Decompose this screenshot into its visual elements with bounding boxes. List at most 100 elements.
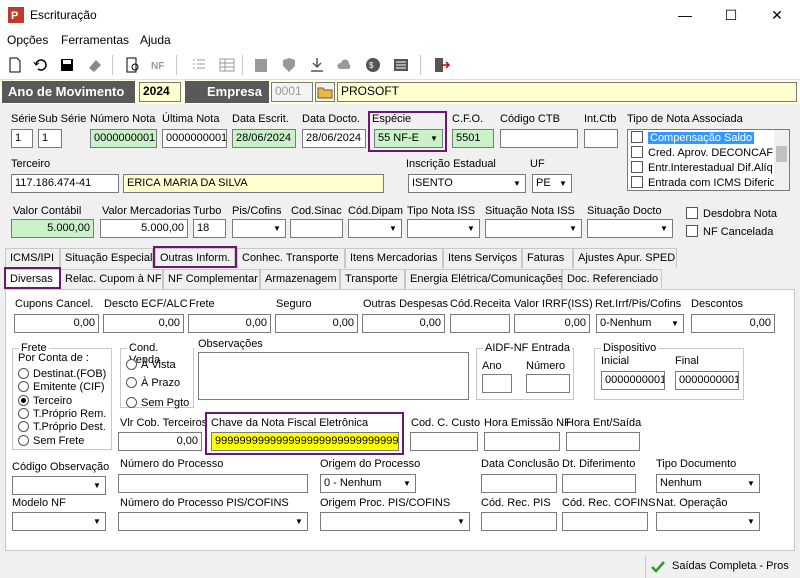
obs-textarea[interactable]: [198, 352, 469, 400]
coin-icon[interactable]: $: [364, 56, 382, 74]
frete-cif-radio[interactable]: Emitente (CIF): [18, 381, 105, 393]
numprocpis-select[interactable]: ▼: [118, 512, 308, 531]
tab-doc-referenciado[interactable]: Doc. Referenciado: [562, 269, 662, 289]
codrec-input[interactable]: [450, 314, 510, 333]
list-icon[interactable]: [190, 56, 208, 74]
dataescrit-input[interactable]: 28/06/2024: [232, 129, 296, 148]
exit-icon[interactable]: [432, 56, 450, 74]
empresa-name-input[interactable]: PROSOFT: [337, 82, 797, 102]
aprazo-radio[interactable]: À Prazo: [126, 377, 180, 389]
nf-icon[interactable]: NF: [150, 56, 168, 74]
outras-input[interactable]: 0,00: [362, 314, 445, 333]
cloud-icon[interactable]: [336, 56, 354, 74]
desdobra-checkbox[interactable]: Desdobra Nota: [686, 207, 777, 220]
serie-input[interactable]: 1: [11, 129, 33, 148]
tab-itens-servicos[interactable]: Itens Serviços: [443, 248, 522, 268]
sempgto-radio[interactable]: Sem Pgto: [126, 397, 189, 409]
download-icon[interactable]: [308, 56, 326, 74]
menu-ferramentas[interactable]: Ferramentas: [61, 33, 129, 47]
tab-itens-mercadorias[interactable]: Itens Mercadorias: [345, 248, 443, 268]
frete-proprio-rem-radio[interactable]: T.Próprio Rem.: [18, 408, 106, 420]
final-input[interactable]: 0000000001: [675, 371, 739, 390]
subserie-input[interactable]: 1: [38, 129, 62, 148]
cupons-input[interactable]: 0,00: [14, 314, 99, 333]
minimize-button[interactable]: —: [662, 0, 708, 30]
numnota-input[interactable]: 0000000001: [90, 129, 157, 148]
cfo-input[interactable]: 5501: [452, 129, 494, 148]
origprocpis-select[interactable]: ▼: [320, 512, 470, 531]
vmerc-input[interactable]: 5.000,00: [100, 219, 188, 238]
close-button[interactable]: ✕: [754, 0, 800, 30]
irrf-input[interactable]: 0,00: [514, 314, 590, 333]
tab-ajustes-sped[interactable]: Ajustes Apur. SPED: [573, 248, 677, 268]
natop-select[interactable]: ▼: [656, 512, 760, 531]
tab-armazenagem[interactable]: Armazenagem: [260, 269, 340, 289]
numproc-input[interactable]: [118, 474, 308, 493]
frete-proprio-dest-radio[interactable]: T.Próprio Dest.: [18, 421, 106, 433]
retirrf-select[interactable]: 0-Nenhum ▼: [596, 314, 684, 333]
tipo-nota-item[interactable]: Entr.Interestadual Dif.Alíq: [631, 161, 773, 174]
tipo-nota-item[interactable]: Cred. Aprov. DECONCAFE: [631, 146, 780, 159]
tab-relac-cupom[interactable]: Relac. Cupom à NF: [60, 269, 163, 289]
nfcancel-checkbox[interactable]: NF Cancelada: [686, 225, 773, 238]
terceiro-name-input[interactable]: ERICA MARIA DA SILVA: [123, 174, 384, 193]
tipo-nota-item[interactable]: Entrada com ICMS Diferido: [631, 176, 782, 189]
codreccofins-input[interactable]: [562, 512, 648, 531]
intctb-input[interactable]: [584, 129, 618, 148]
tab-nf-complementar[interactable]: NF Complementar: [163, 269, 260, 289]
tab-conhec-transporte[interactable]: Conhec. Transporte: [237, 248, 345, 268]
aidf-ano-input[interactable]: [482, 374, 512, 393]
sitnotaiss-select[interactable]: ▼: [485, 219, 582, 238]
undo-icon[interactable]: [32, 56, 50, 74]
frete-input[interactable]: 0,00: [188, 314, 271, 333]
dataconc-input[interactable]: [481, 474, 557, 493]
inicial-input[interactable]: 0000000001: [601, 371, 665, 390]
year-input[interactable]: 2024: [139, 82, 181, 102]
dtdif-input[interactable]: [562, 474, 636, 493]
server-icon[interactable]: [392, 56, 410, 74]
vlrcob-input[interactable]: 0,00: [118, 432, 202, 451]
horaent-input[interactable]: [566, 432, 640, 451]
preview-icon[interactable]: [124, 56, 142, 74]
coddipam-select[interactable]: ▼: [348, 219, 402, 238]
open-folder-button[interactable]: [315, 82, 335, 102]
frete-fob-radio[interactable]: Destinat.(FOB): [18, 368, 106, 380]
codrecpis-input[interactable]: [481, 512, 557, 531]
maximize-button[interactable]: ☐: [708, 0, 754, 30]
terceiro-doc-input[interactable]: 117.186.474-41: [11, 174, 119, 193]
tipodoc-select[interactable]: Nenhum ▼: [656, 474, 760, 493]
new-document-icon[interactable]: [6, 56, 24, 74]
sitdocto-select[interactable]: ▼: [587, 219, 673, 238]
tab-faturas[interactable]: Faturas: [522, 248, 573, 268]
building-icon[interactable]: [252, 56, 270, 74]
tab-icms-ipi[interactable]: ICMS/IPI: [5, 248, 60, 268]
vcontabil-input[interactable]: 5.000,00: [11, 219, 94, 238]
frete-terceiro-radio[interactable]: Terceiro: [18, 395, 72, 407]
codobs-select[interactable]: ▼: [12, 476, 106, 495]
tab-energia[interactable]: Energia Elétrica/Comunicações: [405, 269, 563, 289]
menu-opcoes[interactable]: Opções: [7, 33, 48, 47]
seguro-input[interactable]: 0,00: [275, 314, 358, 333]
tab-situacao-especial[interactable]: Situação Especial: [60, 248, 153, 268]
origproc-select[interactable]: 0 - Nenhum ▼: [320, 474, 416, 493]
piscofins-select[interactable]: ▼: [232, 219, 286, 238]
horaemis-input[interactable]: [484, 432, 560, 451]
modelonf-select[interactable]: ▼: [12, 512, 106, 531]
turbo-input[interactable]: 18: [193, 219, 226, 238]
tipo-nota-list[interactable]: Compensação Saldo Cred. Aprov. DECONCAFE…: [627, 129, 790, 191]
codsinac-input[interactable]: [290, 219, 343, 238]
datadocto-input[interactable]: 28/06/2024: [302, 129, 366, 148]
save-icon[interactable]: [58, 56, 76, 74]
tipo-nota-item[interactable]: Compensação Saldo: [631, 131, 755, 144]
shield-icon[interactable]: [280, 56, 298, 74]
avista-radio[interactable]: À Vista: [126, 359, 176, 371]
aidf-numero-input[interactable]: [526, 374, 570, 393]
tab-transporte[interactable]: Transporte: [340, 269, 405, 289]
ie-select[interactable]: ISENTO ▼: [408, 174, 526, 193]
empresa-code-input[interactable]: 0001: [271, 82, 313, 102]
eraser-icon[interactable]: [86, 56, 104, 74]
descontos-input[interactable]: 0,00: [691, 314, 775, 333]
uf-select[interactable]: PE ▼: [532, 174, 572, 193]
codcusto-input[interactable]: [410, 432, 478, 451]
ultnota-input[interactable]: 0000000001: [162, 129, 227, 148]
